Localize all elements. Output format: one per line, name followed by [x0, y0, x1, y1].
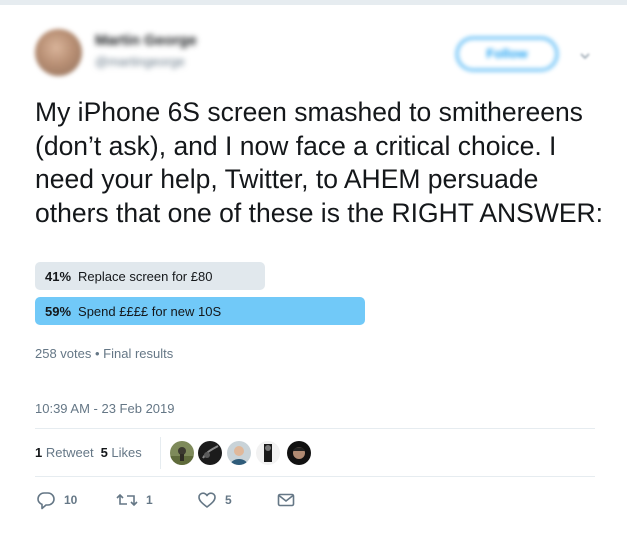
retweet-icon: [116, 490, 138, 510]
tweet-timestamp[interactable]: 10:39 AM - 23 Feb 2019: [35, 401, 174, 416]
likes-stat[interactable]: 5 Likes: [101, 445, 142, 460]
reply-count: 10: [64, 493, 78, 507]
liker-avatar[interactable]: [198, 441, 222, 465]
author-avatar[interactable]: [35, 29, 82, 76]
like-count: 5: [225, 493, 232, 507]
poll-option-1: 41% Replace screen for £80: [35, 262, 365, 290]
divider: [35, 428, 595, 429]
retweet-button[interactable]: 1: [116, 489, 153, 511]
reply-icon: [36, 490, 56, 510]
follow-button[interactable]: Follow: [456, 37, 558, 71]
tweet-stats: 1 Retweet 5 Likes: [35, 445, 142, 460]
author-name[interactable]: Martin George: [95, 32, 197, 49]
top-divider: [0, 0, 627, 5]
liker-avatar[interactable]: [227, 441, 251, 465]
poll-option-label: Replace screen for £80: [78, 269, 213, 284]
liker-avatar[interactable]: [287, 441, 311, 465]
envelope-icon: [276, 490, 296, 510]
author-handle[interactable]: @martingeorge: [95, 54, 185, 69]
divider: [35, 476, 595, 477]
likes-stat-label: Likes: [111, 445, 142, 460]
poll-meta: 258 votes • Final results: [35, 346, 174, 361]
reply-button[interactable]: 10: [36, 489, 77, 511]
retweet-stat[interactable]: 1 Retweet: [35, 445, 94, 460]
tweet-text: My iPhone 6S screen smashed to smitheree…: [35, 97, 604, 228]
likes-stat-count: 5: [100, 445, 108, 460]
stats-separator: [160, 437, 161, 469]
poll-option-percent: 59%: [45, 304, 72, 319]
poll-option-label: Spend ££££ for new 10S: [78, 304, 222, 319]
retweet-stat-count: 1: [35, 445, 43, 460]
retweet-stat-label: Retweet: [45, 445, 94, 460]
poll-option-percent: 41%: [45, 269, 72, 284]
poll-option-2: 59% Spend ££££ for new 10S: [35, 297, 365, 325]
more-options-chevron-down-icon[interactable]: [580, 48, 590, 60]
liker-avatar[interactable]: [256, 441, 280, 465]
heart-icon: [197, 490, 217, 510]
liker-avatar[interactable]: [170, 441, 194, 465]
direct-message-button[interactable]: [276, 489, 296, 511]
like-button[interactable]: 5: [197, 489, 232, 511]
retweet-count: 1: [146, 493, 153, 507]
